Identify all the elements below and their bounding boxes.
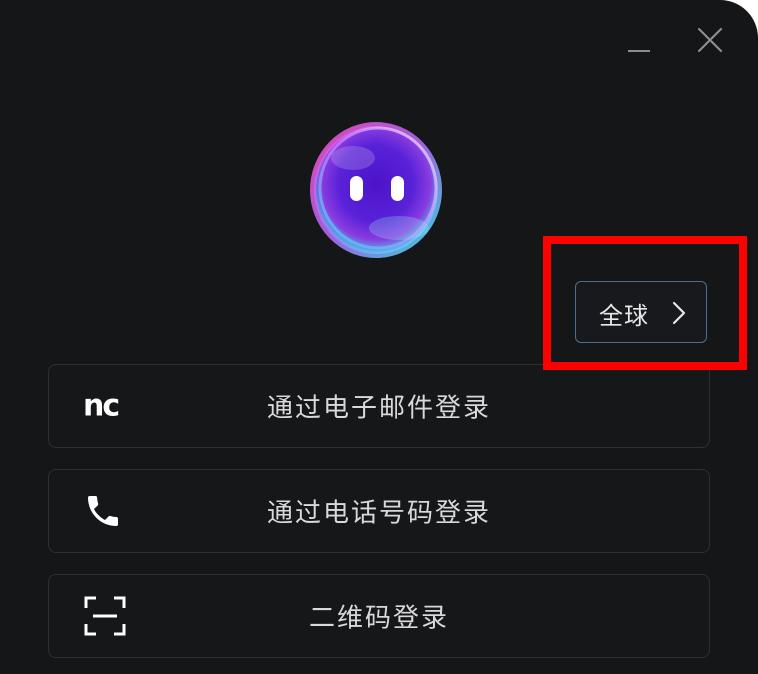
mascot-orb-icon (310, 122, 442, 258)
qr-login-button[interactable]: 二维码登录 (48, 574, 710, 658)
region-selector-button[interactable]: 全球 (575, 281, 707, 343)
email-login-button[interactable]: nc 通过电子邮件登录 (48, 364, 710, 448)
phone-login-label: 通过电话号码登录 (266, 498, 491, 529)
close-button[interactable] (692, 22, 728, 58)
region-label: 全球 (599, 302, 649, 330)
minimize-button[interactable] (624, 30, 654, 60)
email-login-label: 通过电子邮件登录 (266, 393, 491, 424)
login-window: 全球 nc 通过电子邮件登录 通过电话号码登录 二维码登录 (0, 0, 758, 674)
close-icon (697, 27, 723, 53)
phone-login-button[interactable]: 通过电话号码登录 (48, 469, 710, 553)
chevron-right-icon (672, 301, 686, 325)
minimize-icon (628, 50, 650, 52)
qr-login-label: 二维码登录 (308, 603, 449, 634)
